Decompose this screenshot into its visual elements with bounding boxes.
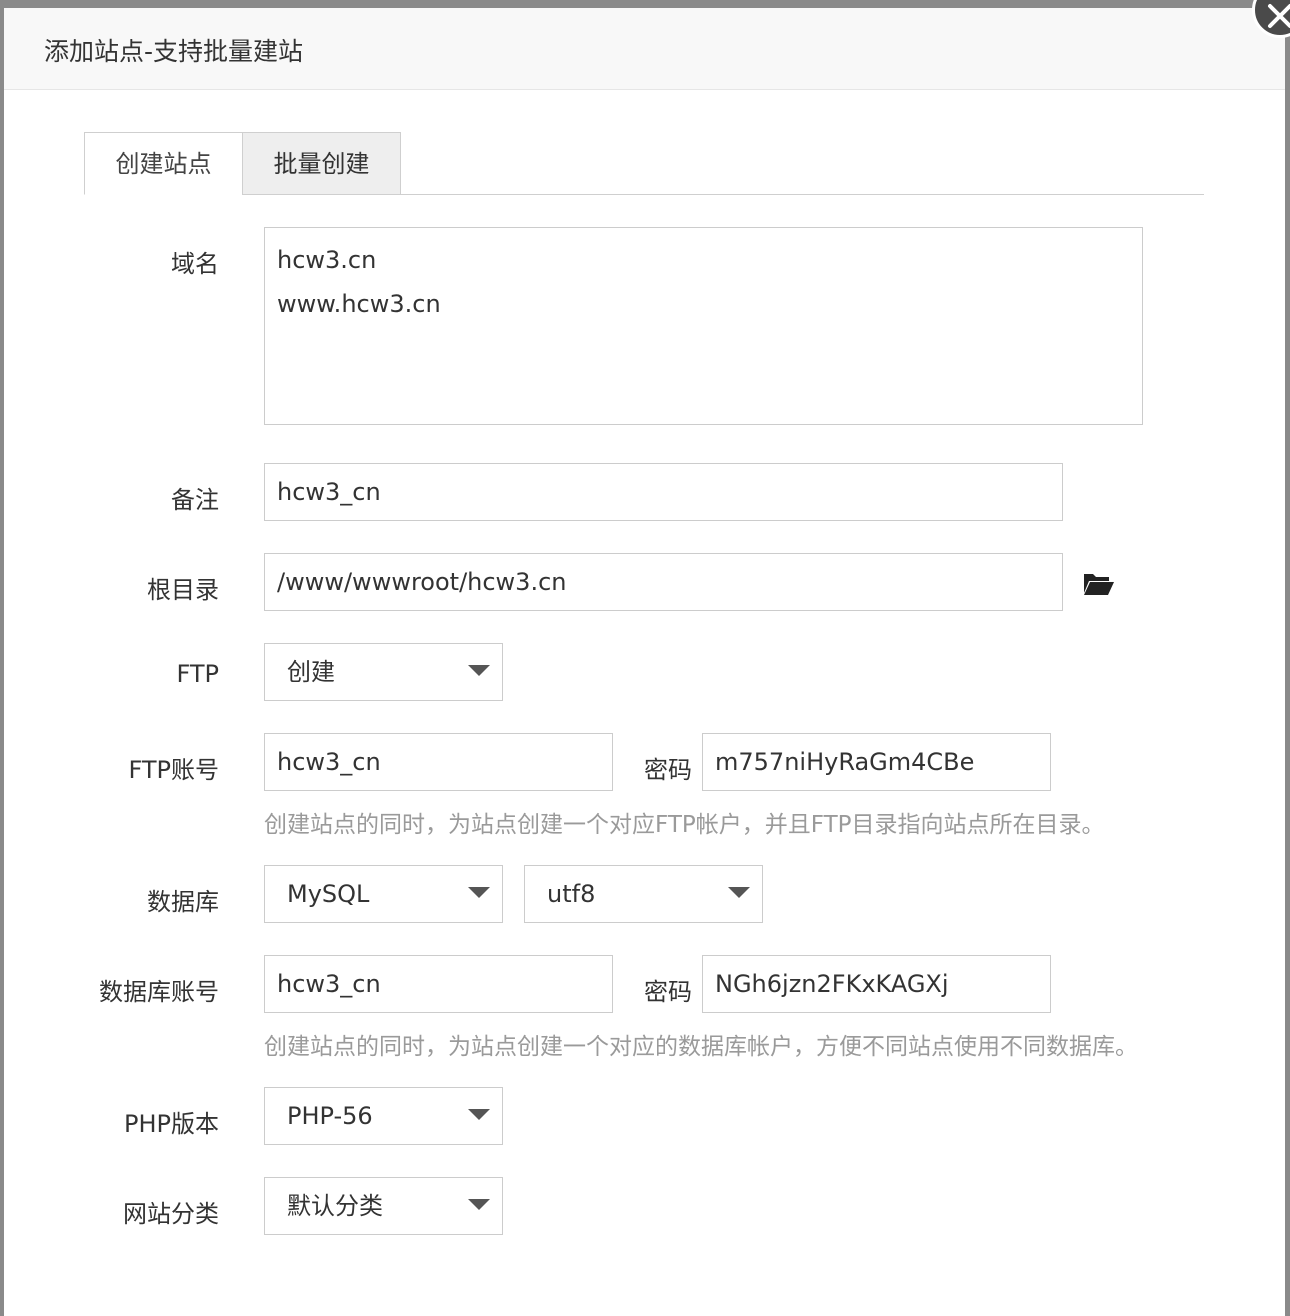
chevron-down-icon xyxy=(468,665,490,676)
root-dir-label: 根目录 xyxy=(147,576,219,604)
database-type-value: MySQL xyxy=(287,880,370,908)
db-hint: 创建站点的同时，为站点创建一个对应的数据库帐户，方便不同站点使用不同数据库。 xyxy=(264,1034,1138,1060)
remark-input[interactable]: hcw3_cn xyxy=(264,463,1063,521)
ftp-select-value: 创建 xyxy=(287,658,335,686)
category-select[interactable]: 默认分类 xyxy=(264,1177,503,1235)
ftp-label: FTP xyxy=(176,660,219,688)
ftp-password-input[interactable]: m757niHyRaGm4CBe xyxy=(702,733,1051,791)
chevron-down-icon xyxy=(468,1199,490,1210)
db-password-input[interactable]: NGh6jzn2FKxKAGXj xyxy=(702,955,1051,1013)
ftp-account-input[interactable]: hcw3_cn xyxy=(264,733,613,791)
close-icon xyxy=(1268,4,1290,28)
chevron-down-icon xyxy=(468,887,490,898)
remark-label: 备注 xyxy=(171,486,219,514)
ftp-select[interactable]: 创建 xyxy=(264,643,503,701)
dialog-title: 添加站点-支持批量建站 xyxy=(44,37,304,66)
db-password-label: 密码 xyxy=(644,978,692,1006)
category-label: 网站分类 xyxy=(123,1200,219,1228)
tab-batch-create[interactable]: 批量创建 xyxy=(242,132,401,195)
ftp-account-label: FTP账号 xyxy=(128,756,219,784)
ftp-password-label: 密码 xyxy=(644,756,692,784)
dialog-header: 添加站点-支持批量建站 xyxy=(4,8,1285,90)
add-site-dialog: 添加站点-支持批量建站 创建站点 批量创建 域名 hcw3.cn www.hcw… xyxy=(4,8,1285,1316)
database-label: 数据库 xyxy=(147,888,219,916)
domain-textarea[interactable]: hcw3.cn www.hcw3.cn xyxy=(264,227,1143,425)
php-version-label: PHP版本 xyxy=(124,1110,219,1138)
domain-label: 域名 xyxy=(171,250,219,278)
chevron-down-icon xyxy=(468,1109,490,1120)
root-dir-input[interactable]: /www/wwwroot/hcw3.cn xyxy=(264,553,1063,611)
tab-bar: 创建站点 批量创建 xyxy=(84,132,1204,195)
tab-create-site[interactable]: 创建站点 xyxy=(84,132,243,195)
charset-value: utf8 xyxy=(547,880,596,908)
charset-select[interactable]: utf8 xyxy=(524,865,763,923)
category-value: 默认分类 xyxy=(287,1192,383,1220)
db-account-input[interactable]: hcw3_cn xyxy=(264,955,613,1013)
domain-line: www.hcw3.cn xyxy=(277,290,441,318)
db-account-label: 数据库账号 xyxy=(99,978,219,1006)
domain-line: hcw3.cn xyxy=(277,246,377,274)
database-type-select[interactable]: MySQL xyxy=(264,865,503,923)
ftp-hint: 创建站点的同时，为站点创建一个对应FTP帐户，并且FTP目录指向站点所在目录。 xyxy=(264,812,1105,838)
php-version-select[interactable]: PHP-56 xyxy=(264,1087,503,1145)
chevron-down-icon xyxy=(728,887,750,898)
folder-open-icon[interactable] xyxy=(1083,571,1115,601)
php-version-value: PHP-56 xyxy=(287,1102,373,1130)
